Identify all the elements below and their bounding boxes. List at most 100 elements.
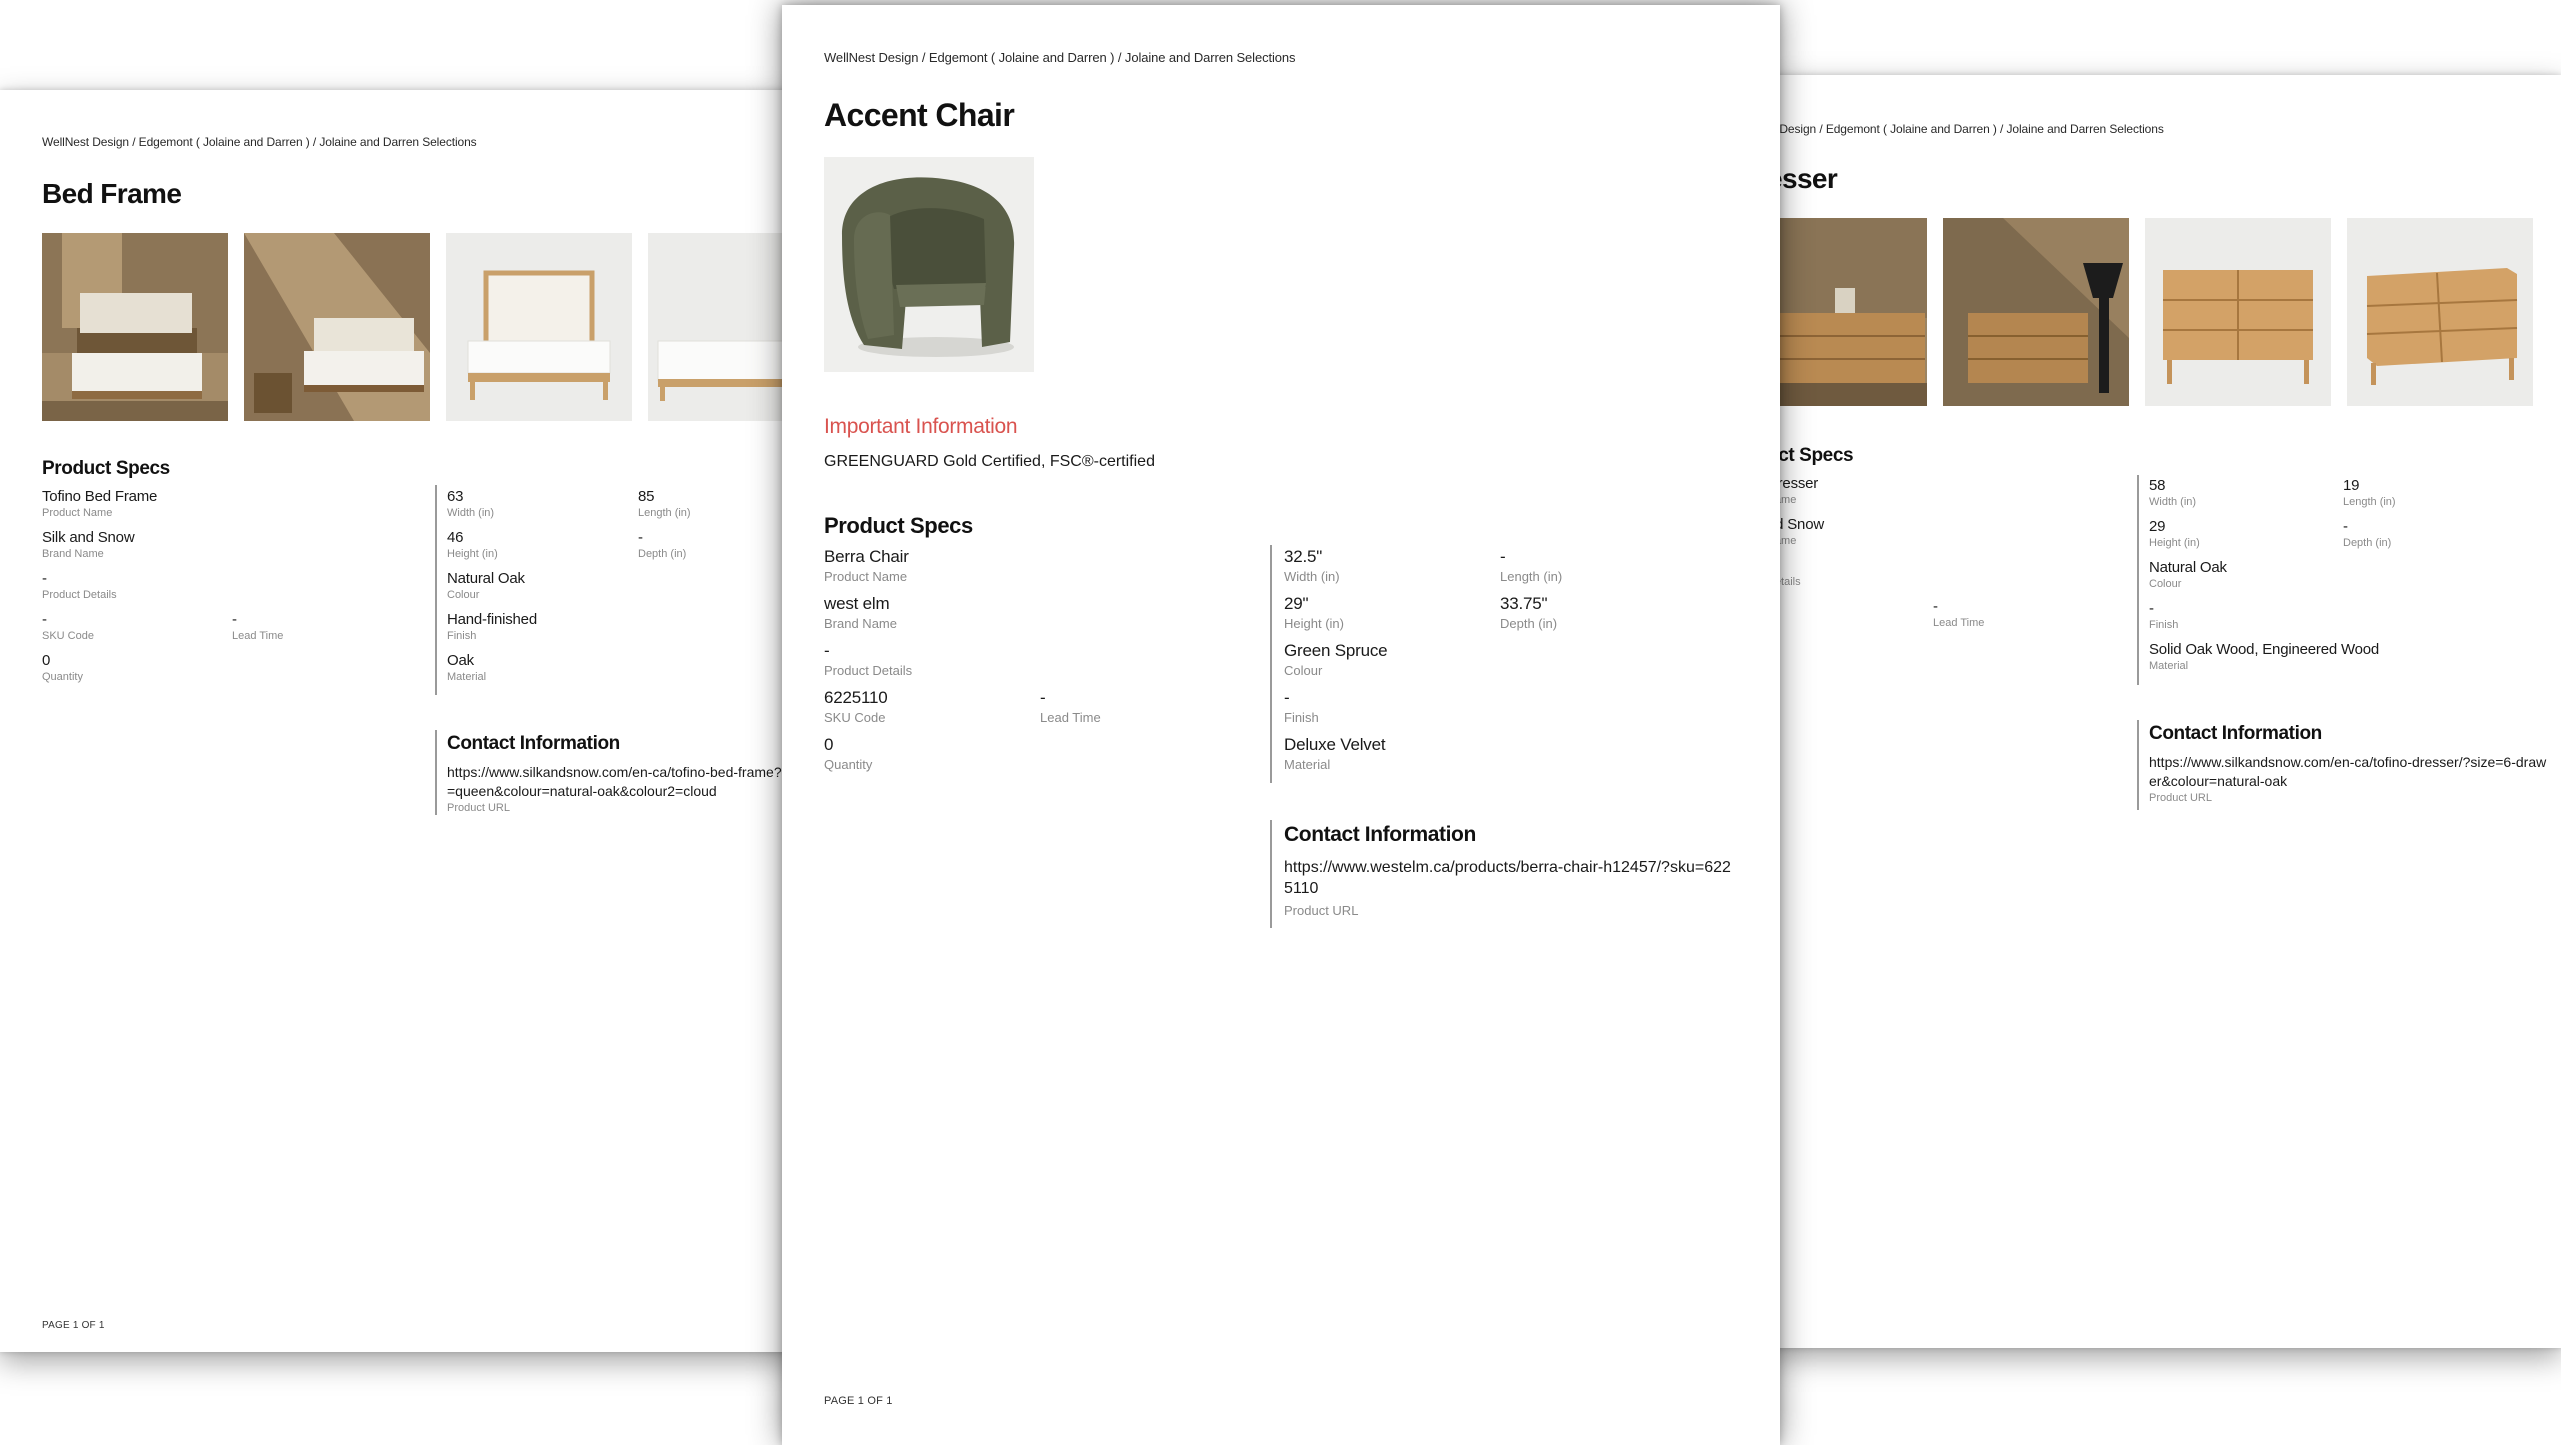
- bed-photo-room: [42, 233, 228, 421]
- length-field: 19 Length (in): [2343, 477, 2396, 508]
- breadcrumb: st Design / Edgemont ( Jolaine and Darre…: [1767, 122, 2164, 136]
- length-label: Length (in): [638, 507, 691, 519]
- contact-info-heading: Contact Information: [2149, 723, 2322, 744]
- divider: [2137, 475, 2139, 685]
- length-value: 85: [638, 488, 655, 505]
- lead-time-field: - Lead Time: [1040, 688, 1101, 725]
- product-details-field: - Product Details: [824, 641, 912, 678]
- depth-value: 33.75": [1500, 594, 1548, 613]
- quantity-value: 0: [42, 652, 51, 669]
- bed-photo-sunlit: [244, 233, 430, 421]
- dresser-photo-lamp: [1943, 218, 2129, 406]
- accent-chair-sheet: WellNest Design / Edgemont ( Jolaine and…: [782, 5, 1780, 1445]
- image-gallery: [42, 233, 800, 421]
- colour-value: Natural Oak: [447, 570, 525, 587]
- brand-name-label: Brand Name: [42, 548, 104, 560]
- quantity-label: Quantity: [824, 757, 873, 772]
- material-field: Deluxe Velvet Material: [1284, 735, 1386, 772]
- finish-value: -: [1284, 688, 1290, 707]
- finish-field: Hand-finished Finish: [447, 611, 537, 642]
- quantity-field: 0 Quantity: [42, 652, 83, 683]
- height-field: 29 Height (in): [2149, 518, 2200, 549]
- product-name-field: Tofino Bed Frame Product Name: [42, 488, 157, 519]
- material-value: Deluxe Velvet: [1284, 735, 1386, 754]
- product-details-value: -: [824, 641, 830, 660]
- dresser-photo-room: [1765, 218, 1927, 406]
- height-value: 29": [1284, 594, 1309, 613]
- brand-name-field: west elm Brand Name: [824, 594, 897, 631]
- sku-code-field: - SKU Code: [42, 611, 94, 642]
- width-label: Width (in): [2149, 496, 2197, 508]
- colour-field: Natural Oak Colour: [2149, 559, 2227, 590]
- product-url-link[interactable]: https://www.silkandsnow.com/en-ca/tofino…: [447, 763, 800, 801]
- finish-label: Finish: [1284, 710, 1319, 725]
- product-specs-heading: Product Specs: [42, 458, 170, 479]
- contact-info-heading: Contact Information: [1284, 823, 1476, 846]
- depth-label: Depth (in): [2343, 537, 2392, 549]
- product-details-field: - Product Details: [42, 570, 117, 601]
- height-value: 29: [2149, 518, 2166, 535]
- colour-label: Colour: [2149, 578, 2182, 590]
- product-details-value: -: [42, 570, 47, 587]
- image-gallery: [1765, 218, 2533, 406]
- dresser-photo-studio-front: [2145, 218, 2331, 406]
- width-label: Width (in): [1284, 569, 1340, 584]
- material-value: Solid Oak Wood, Engineered Wood: [2149, 641, 2380, 658]
- height-field: 46 Height (in): [447, 529, 498, 560]
- sku-code-field: 6225110 SKU Code: [824, 688, 888, 725]
- page-title: Accent Chair: [824, 97, 1015, 133]
- important-info-heading: Important Information: [824, 415, 1018, 438]
- finish-field: - Finish: [1284, 688, 1319, 725]
- sku-code-value: 6225110: [824, 688, 888, 707]
- product-name-value: Tofino Bed Frame: [42, 488, 158, 505]
- sku-code-label: SKU Code: [42, 630, 94, 642]
- depth-field: - Depth (in): [2343, 518, 2391, 549]
- divider: [435, 730, 437, 815]
- contact-info-heading: Contact Information: [447, 733, 620, 754]
- brand-name-field: Silk and Snow Brand Name: [42, 529, 135, 560]
- finish-value: Hand-finished: [447, 611, 537, 628]
- bed-photo-studio-front: [446, 233, 632, 421]
- depth-value: -: [2343, 518, 2348, 535]
- divider: [2137, 720, 2139, 810]
- product-name-label: Product Name: [42, 507, 113, 519]
- height-label: Height (in): [2149, 537, 2200, 549]
- height-label: Height (in): [1284, 616, 1344, 631]
- depth-label: Depth (in): [1500, 616, 1558, 631]
- width-value: 32.5": [1284, 547, 1323, 566]
- page-number: PAGE 1 OF 1: [824, 1395, 893, 1407]
- bed-frame-sheet: WellNest Design / Edgemont ( Jolaine and…: [0, 90, 800, 1352]
- width-value: 63: [447, 488, 464, 505]
- height-field: 29" Height (in): [1284, 594, 1344, 631]
- product-name-label: Product Name: [824, 569, 908, 584]
- length-label: Length (in): [1500, 569, 1563, 584]
- material-label: Material: [1284, 757, 1331, 772]
- divider: [1270, 545, 1272, 783]
- product-specs-heading: Product Specs: [824, 513, 973, 538]
- material-field: Oak Material: [447, 652, 486, 683]
- length-value: -: [1500, 547, 1506, 566]
- finish-value: -: [2149, 600, 2154, 617]
- product-url-link[interactable]: https://www.westelm.ca/products/berra-ch…: [1284, 857, 1734, 899]
- length-field: 85 Length (in): [638, 488, 691, 519]
- lead-time-value: -: [232, 611, 237, 628]
- colour-label: Colour: [447, 589, 480, 601]
- divider: [435, 485, 437, 695]
- product-url-link[interactable]: https://www.silkandsnow.com/en-ca/tofino…: [2149, 753, 2549, 791]
- depth-label: Depth (in): [638, 548, 687, 560]
- lead-time-label: Lead Time: [232, 630, 284, 642]
- lead-time-value: -: [1040, 688, 1046, 707]
- width-field: 58 Width (in): [2149, 477, 2196, 508]
- finish-label: Finish: [2149, 619, 2179, 631]
- lead-time-value: -: [1933, 598, 1938, 615]
- product-url-label: Product URL: [2149, 792, 2212, 804]
- product-url-label: Product URL: [1284, 903, 1359, 918]
- quantity-label: Quantity: [42, 671, 83, 683]
- colour-field: Green Spruce Colour: [1284, 641, 1388, 678]
- colour-value: Green Spruce: [1284, 641, 1388, 660]
- brand-name-label: Brand Name: [824, 616, 897, 631]
- product-name-field: Berra Chair Product Name: [824, 547, 909, 584]
- sku-code-label: SKU Code: [824, 710, 886, 725]
- bed-photo-studio-side: [648, 233, 800, 421]
- product-details-label: Product Details: [42, 589, 117, 601]
